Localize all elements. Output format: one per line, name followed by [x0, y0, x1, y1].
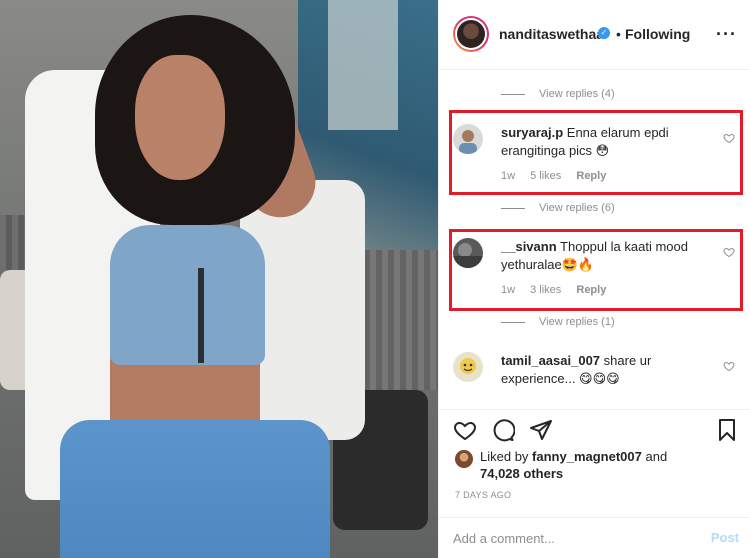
post-username[interactable]: nanditaswethaa — [499, 26, 604, 42]
comment-input[interactable] — [453, 528, 683, 548]
view-replies-button[interactable]: View replies (4) — [501, 88, 615, 100]
post-actions-bar — [439, 409, 750, 449]
post-timestamp: 7 DAYS AGO — [455, 490, 512, 500]
comment-bubble-icon[interactable] — [491, 418, 515, 442]
comment-likes[interactable]: 5 likes — [530, 170, 561, 182]
more-options-icon[interactable]: ··· — [716, 24, 737, 45]
likes-connector: and — [645, 449, 668, 464]
replies-line — [501, 93, 525, 95]
add-comment-bar: Post — [439, 517, 750, 558]
comment-age: 1w — [501, 170, 516, 182]
commenter-avatar[interactable] — [453, 124, 483, 154]
commenter-avatar-image — [453, 238, 483, 268]
post-comment-button[interactable]: Post — [711, 530, 739, 545]
view-replies-label: View replies (1) — [539, 316, 615, 328]
avatar[interactable] — [453, 16, 489, 52]
header-separator: • — [616, 26, 621, 42]
comment-username[interactable]: tamil_aasai_007 — [501, 353, 600, 368]
comment-meta: 1w 3 likes Reply — [501, 284, 618, 296]
comment-text: suryaraj.p Enna elarum epdi erangitinga … — [501, 124, 709, 160]
view-replies-label: View replies (4) — [539, 88, 615, 100]
commenter-avatar[interactable] — [453, 352, 483, 382]
commenter-avatar-image — [453, 352, 483, 382]
reply-button[interactable]: Reply — [576, 284, 606, 296]
heart-icon[interactable] — [723, 246, 735, 258]
liker-username[interactable]: fanny_magnet007 — [532, 449, 642, 464]
likes-prefix: Liked by — [480, 449, 529, 464]
comment-age: 1w — [501, 284, 516, 296]
comment-text: __sivann Thoppul la kaati mood yethurala… — [501, 238, 709, 274]
likes-count-link[interactable]: 74,028 others — [480, 466, 563, 481]
liker-avatar[interactable] — [455, 450, 473, 468]
comment-username[interactable]: __sivann — [501, 239, 557, 254]
heart-icon[interactable] — [723, 132, 735, 144]
post-header: nanditaswethaa ✓ • Following ··· — [439, 0, 750, 70]
photo-zipper — [198, 268, 204, 363]
share-paper-plane-icon[interactable] — [529, 418, 553, 442]
post-photo[interactable] — [0, 0, 438, 558]
view-replies-button[interactable]: View replies (6) — [501, 202, 615, 214]
view-replies-label: View replies (6) — [539, 202, 615, 214]
comment-text: tamil_aasai_007 share ur experience... 😋… — [501, 352, 709, 388]
photo-window — [328, 0, 398, 130]
likes-text: Liked by fanny_magnet007 and 74,028 othe… — [480, 448, 667, 482]
comment-username[interactable]: suryaraj.p — [501, 125, 563, 140]
comment-meta: 1w 5 likes Reply — [501, 170, 618, 182]
verified-badge-icon: ✓ — [598, 27, 610, 39]
comment-likes[interactable]: 3 likes — [530, 284, 561, 296]
replies-line — [501, 321, 525, 323]
post-side-panel: nanditaswethaa ✓ • Following ··· View re… — [438, 0, 750, 558]
avatar-image — [457, 20, 485, 48]
photo-denim-top — [110, 225, 265, 365]
bookmark-icon[interactable] — [715, 418, 739, 442]
like-heart-icon[interactable] — [453, 418, 477, 442]
commenter-avatar[interactable] — [453, 238, 483, 268]
photo-jeans — [60, 420, 330, 558]
photo-face — [135, 55, 225, 180]
reply-button[interactable]: Reply — [576, 170, 606, 182]
commenter-avatar-image — [453, 124, 483, 154]
heart-icon[interactable] — [723, 360, 735, 372]
avatar-ring — [455, 18, 487, 50]
replies-line — [501, 207, 525, 209]
view-replies-button[interactable]: View replies (1) — [501, 316, 615, 328]
following-button[interactable]: Following — [625, 26, 690, 42]
